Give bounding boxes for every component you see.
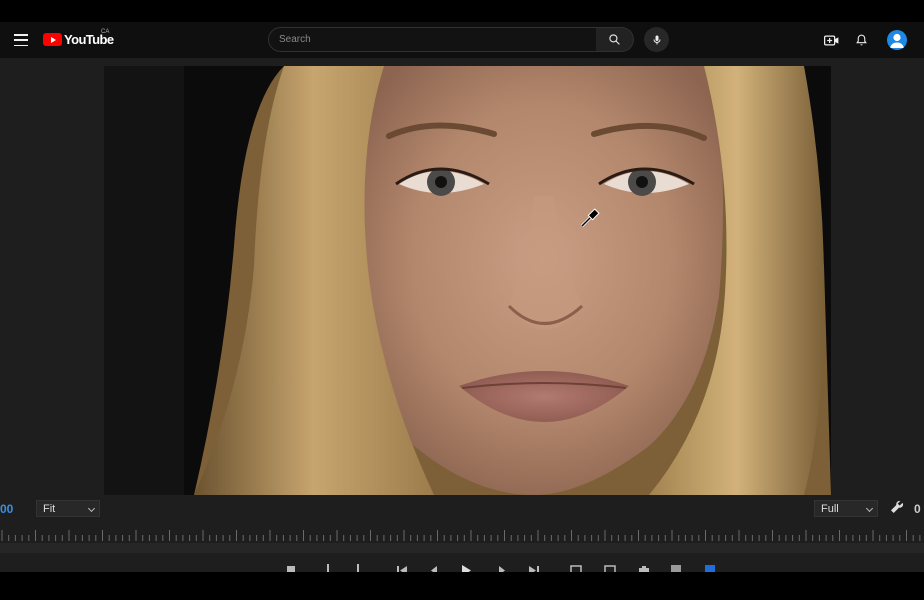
account-icon (890, 33, 904, 48)
letterbox-bottom (0, 572, 924, 600)
voice-search-button[interactable] (644, 27, 669, 52)
create-video-icon (823, 35, 838, 45)
lift-icon (570, 565, 582, 572)
extract-icon (604, 565, 616, 572)
monitor-controls: 00 Fit Full 0 (0, 495, 924, 523)
play-button[interactable] (460, 563, 472, 572)
video-frame-image (104, 66, 831, 495)
youtube-logo[interactable]: YouTube CA (43, 29, 114, 47)
microphone-icon (653, 35, 660, 44)
letterbox-top (0, 0, 924, 22)
comparison-view-button[interactable] (670, 563, 682, 572)
go-to-in-button[interactable] (396, 563, 408, 572)
go-to-out-button[interactable] (528, 563, 540, 572)
time-ruler[interactable] (0, 523, 924, 543)
step-back-icon (431, 566, 437, 572)
duration-timecode: 0 (914, 502, 921, 516)
step-forward-button[interactable] (496, 563, 508, 572)
proxy-toggle-icon (705, 565, 715, 572)
step-forward-icon (499, 566, 505, 572)
chevron-down-icon (865, 504, 874, 513)
country-code: CA (101, 29, 110, 35)
zoom-level-value: Fit (43, 502, 56, 515)
notifications-icon (855, 34, 867, 46)
go-to-out-icon (529, 566, 539, 572)
search-icon (609, 34, 620, 45)
add-marker-button[interactable] (285, 563, 297, 572)
menu-icon[interactable] (14, 34, 28, 46)
export-frame-button[interactable] (638, 563, 650, 572)
mark-in-icon (327, 564, 329, 572)
playback-resolution-select[interactable]: Full (814, 500, 878, 517)
go-to-in-icon (397, 566, 407, 572)
zoom-level-select[interactable]: Fit (36, 500, 100, 517)
mark-out-icon (357, 564, 359, 572)
play-icon (462, 565, 471, 572)
account-avatar[interactable] (887, 30, 907, 50)
transport-controls (0, 553, 924, 572)
search-button[interactable] (596, 27, 634, 52)
proxy-toggle-button[interactable] (704, 563, 716, 572)
search-input[interactable] (279, 34, 596, 45)
youtube-masthead: YouTube CA (0, 22, 924, 58)
comparison-view-icon (671, 565, 681, 572)
youtube-logo-icon (43, 33, 62, 46)
ruler-ticks (1, 530, 921, 541)
search-box (268, 27, 597, 52)
chevron-down-icon (87, 504, 96, 513)
video-player[interactable]: 00 Fit Full 0 (0, 58, 924, 572)
camera-icon (639, 566, 649, 572)
extract-button[interactable] (604, 563, 616, 572)
program-monitor[interactable] (104, 66, 831, 495)
playhead-timecode[interactable]: 00 (0, 502, 13, 516)
screen: YouTube CA Search 00 Fit Full 0 (0, 0, 924, 600)
mark-in-button[interactable] (322, 563, 334, 572)
mark-out-button[interactable] (352, 563, 364, 572)
step-back-button[interactable] (428, 563, 440, 572)
create-button[interactable] (822, 31, 840, 49)
wrench-icon[interactable] (889, 499, 905, 515)
marker-icon (287, 566, 295, 572)
lift-button[interactable] (570, 563, 582, 572)
playback-resolution-value: Full (821, 502, 839, 515)
notifications-button[interactable] (852, 31, 870, 49)
scrub-bar[interactable] (0, 543, 924, 553)
